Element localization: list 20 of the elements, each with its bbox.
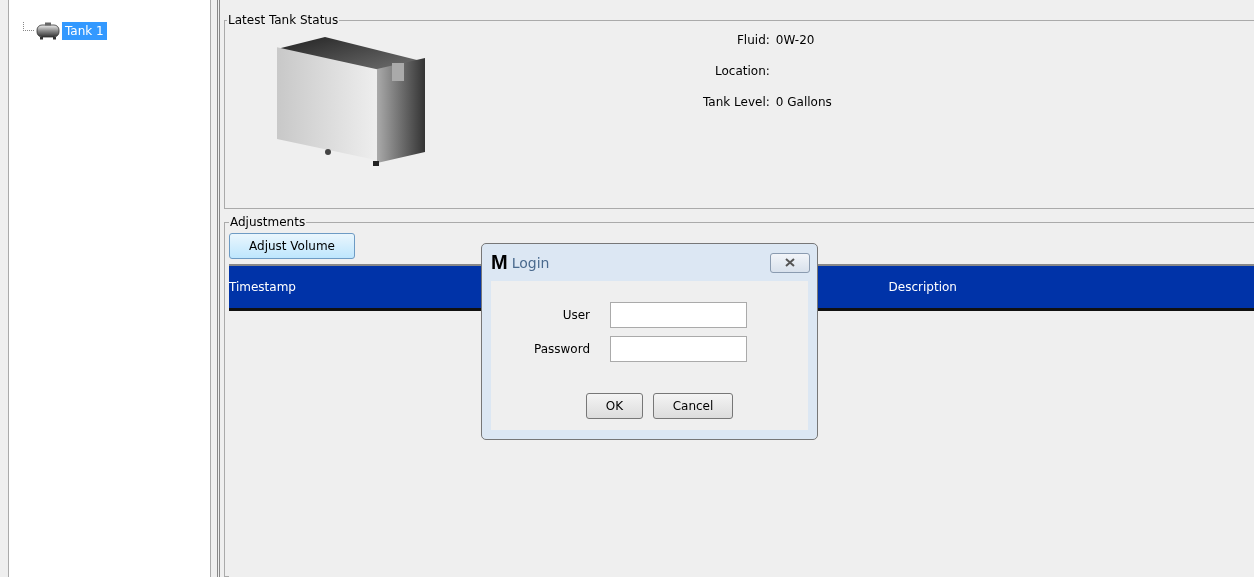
adjust-volume-button[interactable]: Adjust Volume: [229, 233, 355, 259]
field-label: Location:: [714, 64, 770, 78]
group-title: Adjustments: [229, 215, 307, 229]
field-label: Fluid:: [735, 33, 770, 47]
field-value: 0 Gallons: [775, 95, 832, 109]
field-label: Password: [533, 342, 591, 356]
dialog-title: Login: [511, 254, 551, 271]
tree-connector: [23, 21, 34, 31]
input-field[interactable]: [610, 336, 748, 362]
close-button[interactable]: [770, 252, 810, 273]
field-value: 0W-20: [775, 33, 816, 47]
field-label: User: [561, 308, 591, 322]
cancel-button[interactable]: Cancel: [653, 393, 733, 419]
close-icon: [785, 258, 795, 267]
field-label: Tank Level:: [703, 95, 770, 109]
group-title: Latest Tank Status: [227, 13, 340, 27]
tank-icon: [36, 22, 60, 40]
input-field[interactable]: [610, 302, 748, 328]
ok-button[interactable]: OK: [586, 393, 643, 419]
app-logo: M: [491, 251, 508, 274]
